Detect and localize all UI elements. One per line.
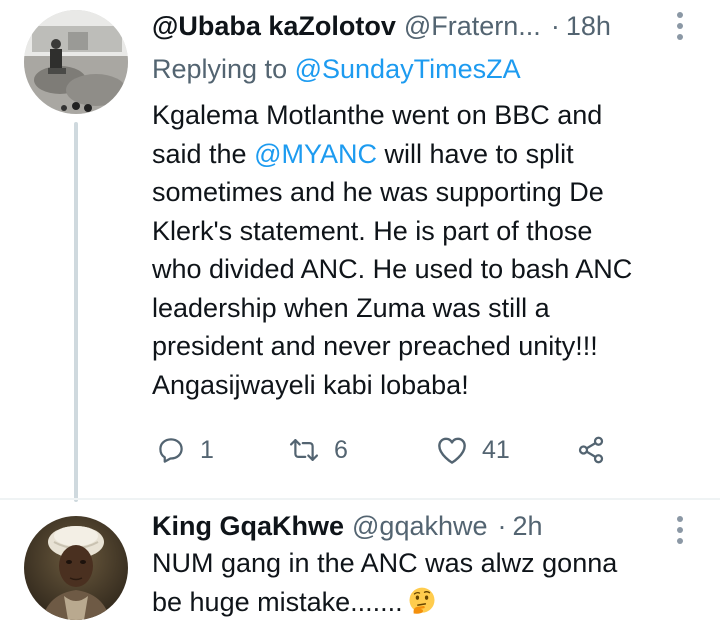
replying-to-label: Replying to bbox=[152, 54, 288, 84]
retweet-icon bbox=[289, 439, 319, 461]
text-line: leadership when Zuma was still a bbox=[152, 292, 550, 323]
text-line: sometimes and he was supporting De bbox=[152, 177, 604, 207]
handle[interactable]: @gqakhwe bbox=[352, 508, 488, 544]
more-icon[interactable] bbox=[668, 8, 692, 44]
display-name[interactable]: King GqaKhwe bbox=[152, 508, 344, 544]
retweet-button[interactable]: 6 bbox=[288, 430, 348, 470]
thread-line bbox=[74, 122, 78, 502]
reply-icon bbox=[159, 438, 183, 463]
text-line: Klerk's statement. He is part of those bbox=[152, 215, 593, 246]
mention-link[interactable]: @MYANC bbox=[254, 139, 377, 169]
more-icon[interactable] bbox=[668, 512, 692, 548]
avatar[interactable] bbox=[24, 516, 128, 620]
reply-button[interactable]: 1 bbox=[156, 430, 214, 470]
separator: · bbox=[497, 511, 507, 541]
tweet-actions: 1 6 41 bbox=[152, 430, 632, 470]
tweet[interactable]: King GqaKhwe @gqakhwe · 2h NUM gang in t… bbox=[0, 500, 720, 624]
separator: · bbox=[550, 11, 560, 41]
like-icon bbox=[438, 437, 466, 464]
avatar[interactable] bbox=[24, 10, 128, 114]
tweet-text: NUM gang in the ANC was alwz gonna be hu… bbox=[152, 544, 672, 621]
tweet-header: @Ubaba kaZolotov @Fratern... · 18h bbox=[152, 8, 611, 44]
timestamp[interactable]: 18h bbox=[566, 8, 611, 44]
thinking-face-emoji bbox=[409, 587, 435, 614]
text-line: Angasijwayeli kabi lobaba! bbox=[152, 369, 469, 400]
text-line: NUM gang in the ANC was alwz gonna bbox=[152, 548, 618, 578]
like-count: 41 bbox=[482, 435, 510, 464]
text-line: be huge mistake....... bbox=[152, 583, 672, 622]
mention-link[interactable]: @SundayTimesZA bbox=[295, 54, 521, 84]
retweet-count: 6 bbox=[334, 435, 348, 464]
tweet-header: King GqaKhwe @gqakhwe · 2h bbox=[152, 508, 543, 544]
text-segment: said the bbox=[152, 138, 255, 169]
timestamp[interactable]: 2h bbox=[513, 508, 543, 544]
share-button[interactable] bbox=[576, 430, 606, 470]
tweet[interactable]: @Ubaba kaZolotov @Fratern... · 18h Reply… bbox=[0, 0, 720, 502]
text-line: Kgalema Motlanthe went on BBC and bbox=[152, 100, 603, 130]
tweet-text: Kgalema Motlanthe went on BBC and said t… bbox=[152, 96, 672, 404]
reply-count: 1 bbox=[200, 435, 214, 464]
display-name[interactable]: @Ubaba kaZolotov bbox=[152, 8, 396, 44]
handle[interactable]: @Fratern... bbox=[404, 8, 541, 44]
text-line: president and never preached unity!!! bbox=[152, 331, 598, 361]
replying-to: Replying to @SundayTimesZA bbox=[152, 50, 521, 88]
share-icon bbox=[578, 436, 604, 464]
like-button[interactable]: 41 bbox=[436, 430, 510, 470]
text-segment: will have to split bbox=[377, 138, 574, 169]
text-segment: be huge mistake....... bbox=[152, 586, 403, 617]
text-line: said the @MYANC will have to split bbox=[152, 135, 672, 174]
text-line: who divided ANC. He used to bash ANC bbox=[152, 254, 633, 284]
